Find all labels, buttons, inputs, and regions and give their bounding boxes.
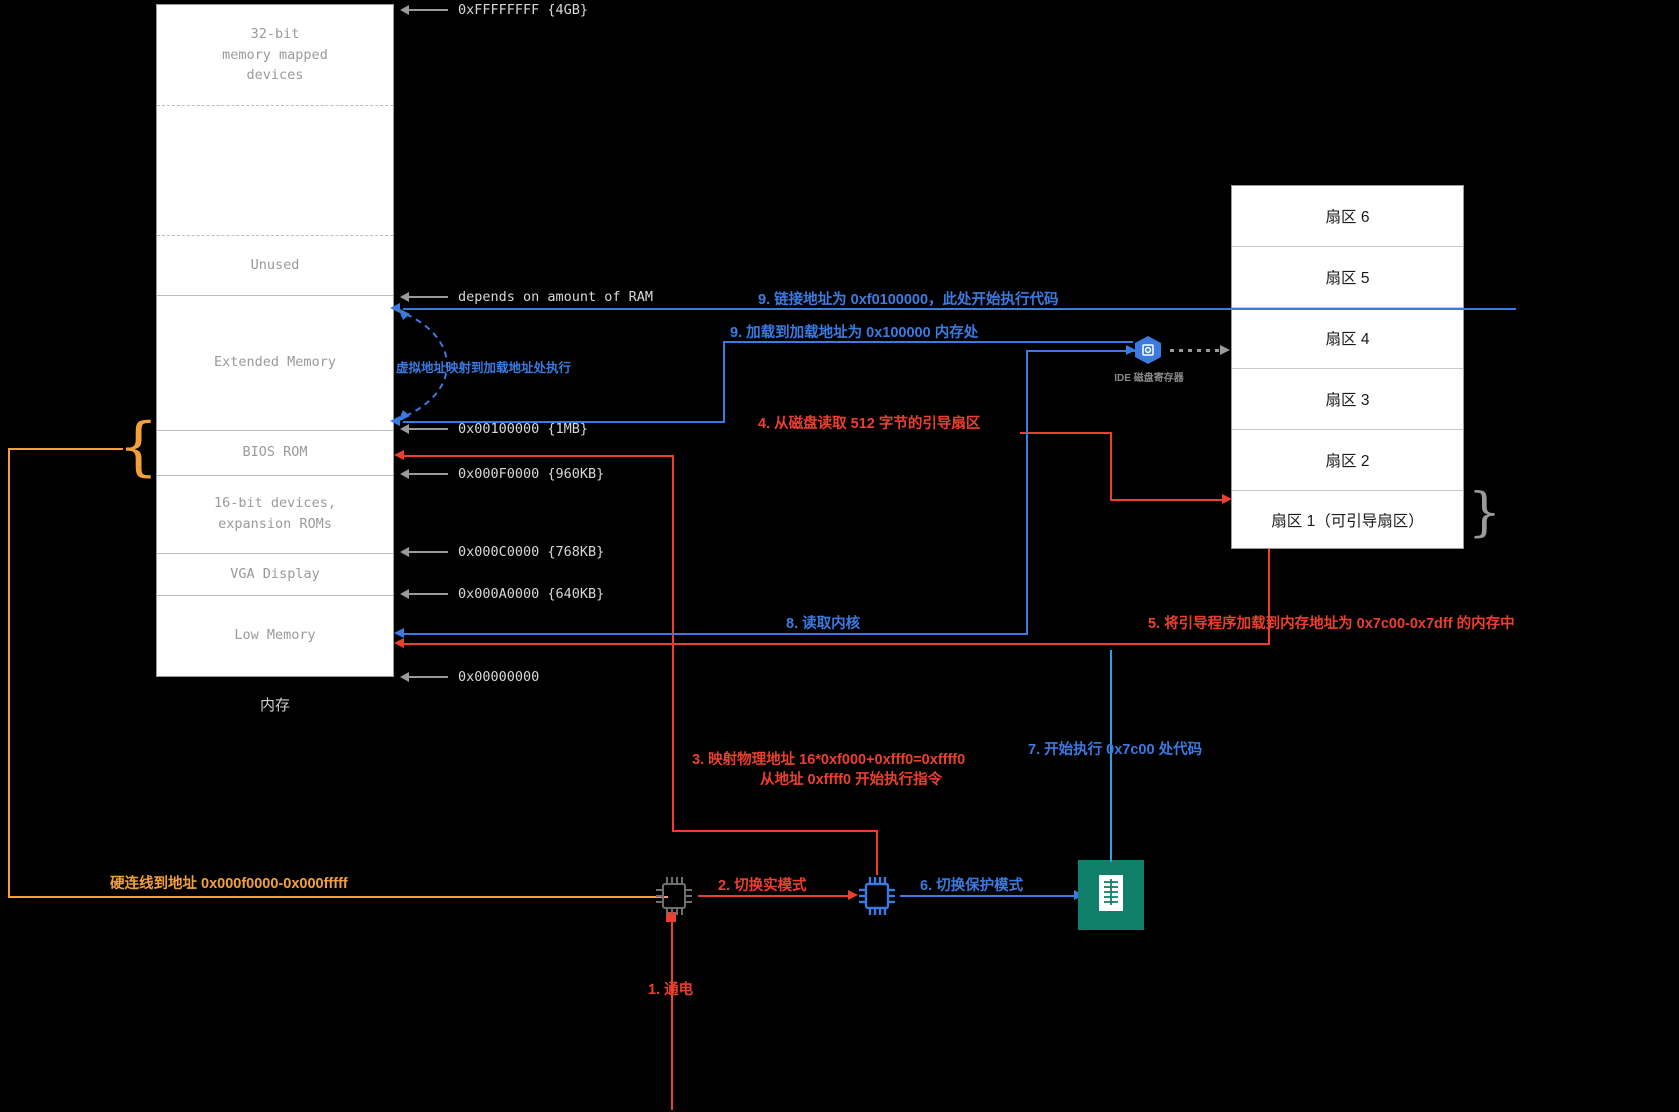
ide-to-sector-dotted-line [1170,349,1222,352]
sector-row-3: 扇区 3 [1232,369,1463,430]
ide-disk-register-label: IDE 磁盘寄存器 [1114,373,1184,384]
cpu-chip-blue-icon [859,877,895,915]
hardwire-horizontal-line [8,896,668,899]
read-kernel-label: 8. 读取内核 [786,616,861,632]
memory-segment-low-memory: Low Memory [234,627,316,644]
map-physical-label-line1: 3. 映射物理地址 16*0xf000+0xfff0=0xffff0 [692,752,966,768]
ide-disk-register-icon [1135,336,1161,364]
read-kernel-horizontal-line [403,633,1028,636]
map-physical-to-bios-line [403,455,673,458]
memory-segment-unused: Unused [250,256,300,273]
address-label-4gb: 0xFFFFFFFF {4GB} [458,2,589,18]
load-address-vertical-line [723,341,726,423]
link-address-label: 9. 链接地址为 0xf0100000，此处开始执行代码 [758,292,1059,308]
read-boot-sector-to-disk-line [1110,499,1225,502]
power-on-label: 1. 通电 [648,982,694,998]
sector-row-6: 扇区 6 [1232,186,1463,247]
protected-mode-line [900,895,1078,898]
address-arrow-4gb [400,5,448,15]
map-physical-label-line2: 从地址 0xffff0 开始执行指令 [760,772,943,788]
bios-rom-brace: { [118,410,159,484]
map-physical-horizontal-line [672,830,878,833]
real-mode-line [698,895,850,898]
address-label-zero: 0x00000000 [458,669,540,685]
memory-map-caption: 内存 [259,697,290,714]
address-arrow-960kb [400,469,448,479]
ide-to-sector-arrowhead [1220,345,1230,355]
memory-segment-bios-rom: BIOS ROM [242,444,308,461]
memory-segment-mmio: 32-bit memory mapped devices [222,25,328,84]
address-label-960kb: 0x000F0000 {960KB} [458,466,605,482]
document-icon [1099,875,1123,911]
map-physical-vertical-line [876,830,879,875]
memory-segment-16bit-devices: 16-bit devices, expansion ROMs [214,495,336,532]
read-boot-sector-top-line [1020,432,1112,435]
hardwire-vertical-line [8,448,11,898]
memory-segment-vga: VGA Display [230,565,320,582]
load-address-label: 9. 加载到加载地址为 0x100000 内存处 [730,325,979,341]
execute-7c00-label: 7. 开始执行 0x7c00 处代码 [1028,742,1203,758]
memory-segment-extended: Extended Memory [214,354,336,371]
memory-map-column: 32-bit memory mapped devices Unused Exte… [156,4,394,677]
real-mode-label: 2. 切换实模式 [718,878,807,894]
address-label-640kb: 0x000A0000 {640KB} [458,586,605,602]
address-arrow-640kb [400,589,448,599]
power-on-line [671,920,674,1110]
hardwire-label: 硬连线到地址 0x000f0000-0x000fffff [110,876,348,892]
boot-sector-brace: } [1468,483,1502,543]
read-boot-sector-arrowhead [1222,494,1232,504]
read-kernel-vertical-line [1026,350,1029,635]
address-label-768kb: 0x000C0000 {768KB} [458,544,605,560]
load-bootloader-arrowhead [394,638,404,648]
load-bootloader-horizontal-line [403,643,1270,646]
read-boot-sector-label: 4. 从磁盘读取 512 字节的引导扇区 [758,416,981,432]
address-arrow-768kb [400,547,448,557]
cpu-chip-gray-icon [656,877,692,915]
read-boot-sector-vertical-line [1110,432,1113,500]
sector-row-4: 扇区 4 [1232,308,1463,369]
sector-row-5: 扇区 5 [1232,247,1463,308]
protected-mode-label: 6. 切换保护模式 [920,878,1024,894]
sector-row-1-bootable: 扇区 1（可引导扇区） [1271,512,1424,530]
hardwire-to-bios-line [8,448,123,451]
memory-divider-dashed-top [157,105,393,106]
address-arrow-zero [400,672,448,682]
virtual-address-map-label: 虚拟地址映射到加载地址处执行 [396,361,572,375]
read-kernel-to-ide-line [1026,350,1136,353]
read-kernel-arrowhead [394,628,404,638]
disk-sector-table: 扇区 6 扇区 5 扇区 4 扇区 3 扇区 2 扇区 1（可引导扇区） [1231,185,1464,549]
load-bootloader-label: 5. 将引导程序加载到内存地址为 0x7c00-0x7dff 的内存中 [1148,616,1515,632]
sector-row-2: 扇区 2 [1232,430,1463,491]
